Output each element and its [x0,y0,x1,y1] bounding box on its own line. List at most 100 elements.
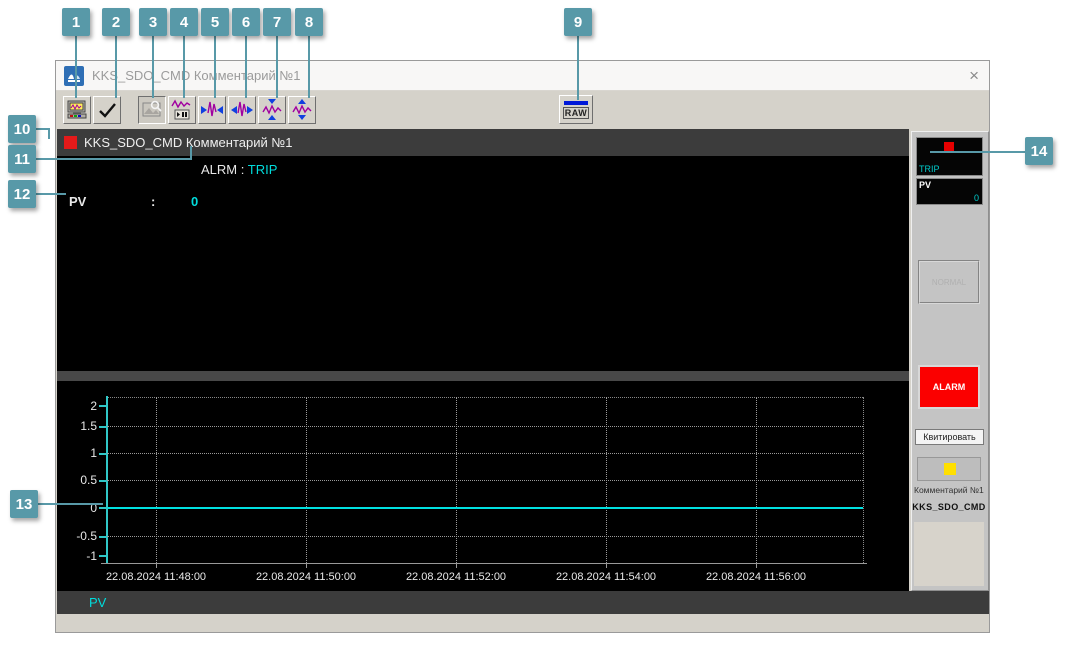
x-tick-label: 22.08.2024 11:56:00 [705,571,807,583]
hgridline [107,536,863,537]
y-tick-label: -1 [86,549,97,563]
callout-line [190,146,192,158]
normal-button[interactable]: NORMAL [918,260,980,304]
x-axis [101,563,867,564]
y-tick [99,453,106,455]
callout-4: 4 [170,8,198,36]
y-tick [99,426,106,428]
callout-line [245,36,247,98]
callout-2: 2 [102,8,130,36]
status-display-area: ALRM : TRIP PV : 0 [57,156,909,371]
pv-separator: : [151,194,156,209]
callout-line [577,36,579,100]
yellow-square-icon [944,463,956,475]
callout-8: 8 [295,8,323,36]
callout-9: 9 [564,8,592,36]
titlebar: KKS_SDO_CMD Комментарий №1 × [56,61,989,91]
alrm-value: TRIP [247,162,278,177]
print-screen-button[interactable] [63,96,91,124]
x-tick [456,564,457,568]
pv-value: 0 [191,194,199,209]
callout-10: 10 [8,115,36,143]
callout-line [214,36,216,98]
y-tick [99,405,106,407]
image-capture-button[interactable] [138,96,166,124]
callout-line [38,503,103,505]
app-logo-icon [64,66,84,91]
callout-1: 1 [62,8,90,36]
tag-header-strip: KKS_SDO_CMD Комментарий №1 [57,129,909,156]
callout-5: 5 [201,8,229,36]
pv-box-value: 0 [973,193,979,203]
legend-strip: PV [57,591,989,614]
y-tick [99,555,106,557]
close-icon[interactable]: × [969,61,979,91]
callout-line [308,36,310,98]
pv-trend-line [108,507,863,509]
callout-7: 7 [263,8,291,36]
raw-button-label: RAW [562,106,590,119]
callout-12: 12 [8,180,36,208]
y-tick [99,507,106,509]
y-tick-label: 1 [90,446,97,460]
pv-box-label: PV [919,180,932,190]
trip-indicator-box: TRIP [916,137,983,176]
alrm-separator: : [240,162,245,177]
callout-line [152,36,154,98]
hgridline [107,480,863,481]
x-tick [606,564,607,568]
callout-line [36,158,192,160]
panel-footer [914,522,984,586]
y-tick-label: 2 [90,399,97,413]
callout-6: 6 [232,8,260,36]
faceplate-panel: TRIP PV 0 NORMAL ALARM Квитировать Комме… [911,131,989,591]
hgridline [107,426,863,427]
callout-11: 11 [8,145,36,173]
callout-line [36,193,66,195]
plot-right-border [863,397,864,563]
x-tick-label: 22.08.2024 11:52:00 [405,571,507,583]
alarm-state-square-icon [64,136,77,149]
alarm-button[interactable]: ALARM [918,365,980,409]
x-tick [156,564,157,568]
legend-pv-label: PV [89,595,107,610]
trend-chart: 2 1.5 1 0.5 0 -0.5 -1 22.08.2024 11:48:0… [57,381,909,591]
y-tick-label: 0.5 [80,473,97,487]
trend-compress-vertical-button[interactable] [258,96,286,124]
kks-tag-label: KKS_SDO_CMD [912,502,986,512]
raw-button[interactable]: RAW [559,95,593,124]
comment-label: Комментарий №1 [914,485,984,495]
x-tick-label: 22.08.2024 11:54:00 [555,571,657,583]
accept-button[interactable] [93,96,121,124]
y-tick [99,536,106,538]
plot-top-border [106,397,863,398]
y-tick [99,480,106,482]
acknowledge-button[interactable]: Квитировать [915,429,984,445]
hgridline [107,453,863,454]
callout-line [48,128,50,139]
comment-indicator-box[interactable] [917,457,981,481]
callout-3: 3 [139,8,167,36]
trip-indicator-label: TRIP [919,164,940,174]
window-title: KKS_SDO_CMD Комментарий №1 [92,68,301,83]
x-tick-label: 22.08.2024 11:50:00 [255,571,357,583]
toolbar: RAW [56,91,989,129]
callout-14: 14 [1025,137,1053,165]
raw-button-bar [564,100,588,105]
x-tick [756,564,757,568]
callout-13: 13 [10,490,38,518]
callout-line [930,151,1025,153]
trend-play-pause-button[interactable] [168,96,196,124]
trend-window: KKS_SDO_CMD Комментарий №1 × RAW KKS_SDO… [55,60,990,633]
x-tick [306,564,307,568]
trend-expand-horizontal-button[interactable] [228,96,256,124]
pv-value-box: PV 0 [916,178,983,205]
trend-expand-vertical-button[interactable] [288,96,316,124]
pv-label: PV [69,194,87,209]
trend-compress-horizontal-button[interactable] [198,96,226,124]
x-tick-label: 22.08.2024 11:48:00 [105,571,207,583]
tag-header-title: KKS_SDO_CMD Комментарий №1 [84,135,293,150]
section-divider [57,371,909,381]
alrm-status-row: ALRM : TRIP [201,162,277,177]
callout-line [115,36,117,98]
